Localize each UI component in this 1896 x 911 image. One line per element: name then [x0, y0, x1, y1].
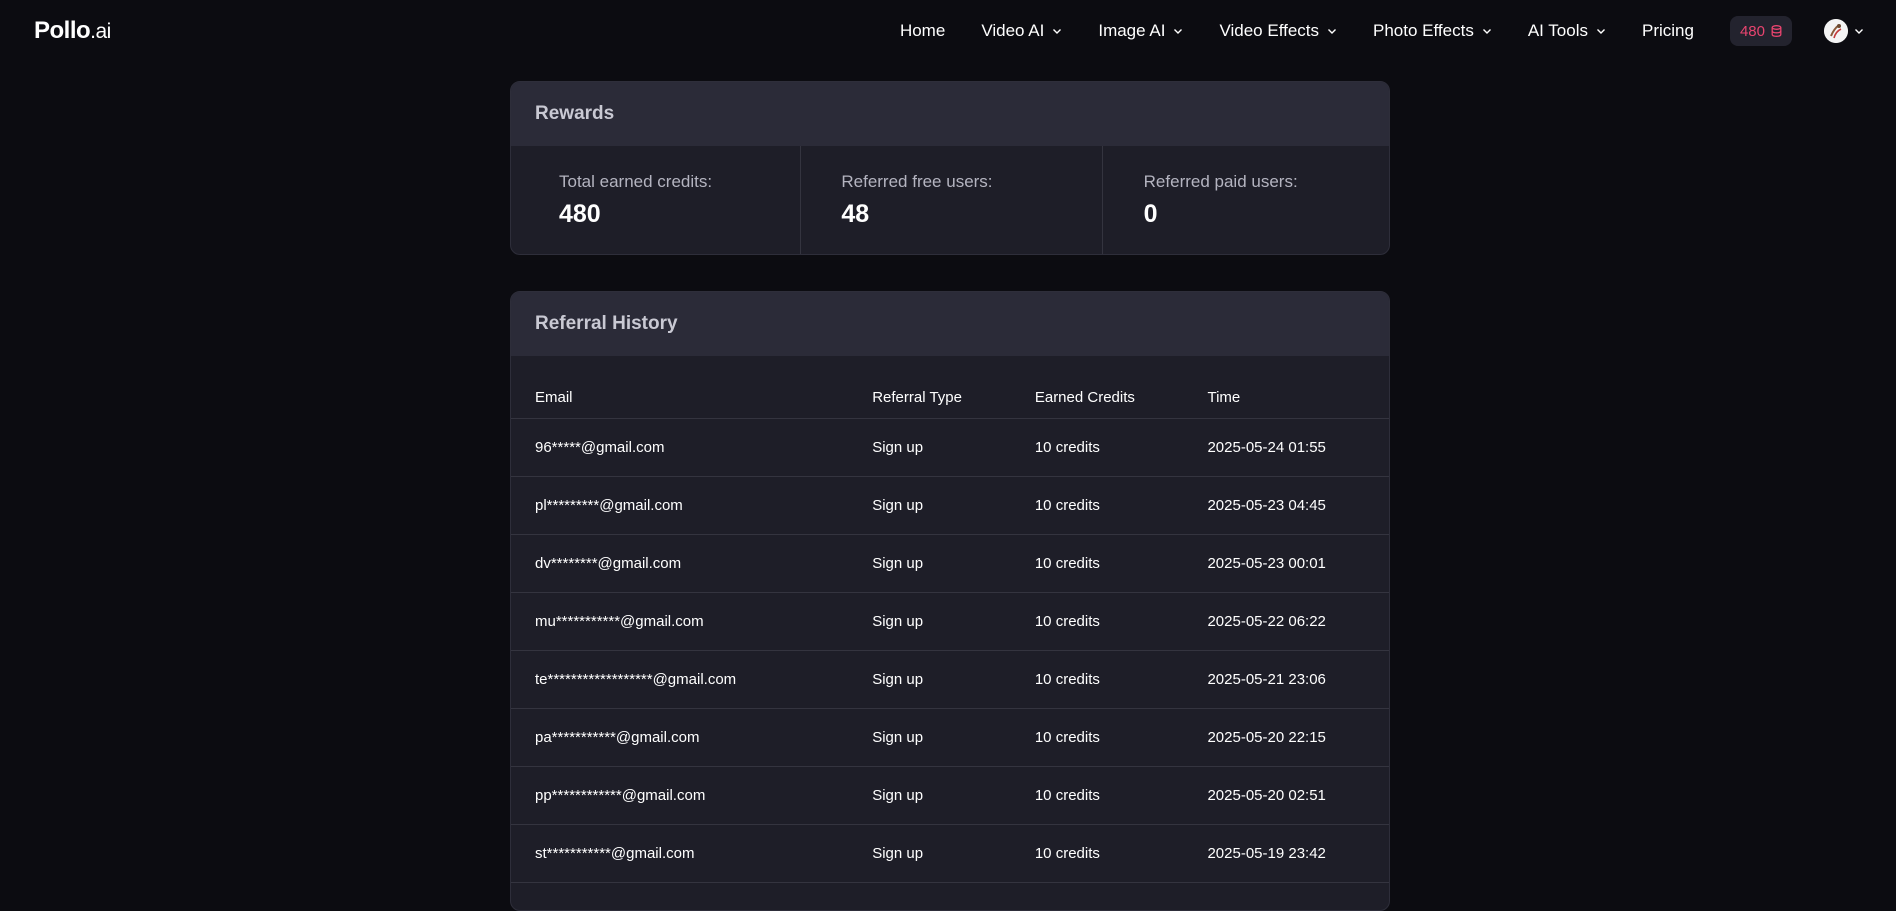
referral-history-card: Referral History Email Referral Type Ear… [510, 291, 1390, 911]
cell-earned-credits: 10 credits [1034, 439, 1100, 456]
column-header-earned-credits: Earned Credits [1034, 389, 1135, 406]
cell-time: 2025-05-23 04:45 [1207, 497, 1326, 514]
cell-time: 2025-05-20 22:15 [1207, 729, 1326, 746]
table-row: 96*****@gmail.com Sign up 10 credits 202… [511, 419, 1389, 477]
table-row: st***********@gmail.com Sign up 10 credi… [511, 825, 1389, 883]
table-row: dv********@gmail.com Sign up 10 credits … [511, 535, 1389, 593]
rewards-stats: Total earned credits: 480 Referred free … [511, 146, 1389, 254]
cell-referral-type: Sign up [872, 497, 924, 514]
cell-earned-credits: 10 credits [1034, 845, 1100, 862]
credits-badge[interactable]: 480 [1729, 16, 1792, 46]
stat-value: 480 [559, 200, 601, 228]
cell-referral-type: Sign up [872, 787, 924, 804]
cell-email: dv********@gmail.com [535, 555, 682, 572]
nav-item-image-ai[interactable]: Image AI [1098, 21, 1183, 41]
table-row: pa***********@gmail.com Sign up 10 credi… [511, 709, 1389, 767]
nav-item-label: Home [899, 21, 946, 40]
table-header: Email Referral Type Earned Credits Time [511, 356, 1389, 419]
logo-main: Pollo [34, 17, 91, 44]
cell-earned-credits: 10 credits [1034, 555, 1100, 572]
chevron-down-icon [1053, 29, 1062, 34]
cell-email: pl*********@gmail.com [535, 497, 683, 514]
nav-item-label: AI Tools [1527, 21, 1588, 40]
stat-referred-paid-users: Referred paid users: 0 [1103, 146, 1389, 254]
nav-item-photo-effects[interactable]: Photo Effects [1373, 21, 1492, 41]
cell-time: 2025-05-21 23:06 [1207, 671, 1326, 688]
nav-item-label: Image AI [1098, 21, 1166, 40]
nav-item-video-ai[interactable]: Video AI [981, 21, 1062, 41]
cell-referral-type: Sign up [872, 439, 924, 456]
stat-label: Referred paid users: [1143, 172, 1298, 191]
stat-value: 48 [841, 200, 870, 228]
table-row: pl*********@gmail.com Sign up 10 credits… [511, 477, 1389, 535]
cell-email: te******************@gmail.com [535, 671, 737, 688]
avatar [1824, 19, 1848, 43]
cell-email: pa***********@gmail.com [535, 729, 700, 746]
cell-time: 2025-05-23 00:01 [1207, 555, 1326, 572]
chevron-down-icon [1855, 29, 1863, 34]
nav-menu: Home Video AI Image AI Video Effects Pho… [900, 0, 1896, 62]
nav-item-label: Pricing [1642, 21, 1694, 40]
cell-time: 2025-05-19 23:42 [1207, 845, 1326, 862]
cell-time: 2025-05-20 02:51 [1207, 787, 1326, 804]
cell-time: 2025-05-22 06:22 [1207, 613, 1326, 630]
logo[interactable]: Pollo .ai [34, 17, 111, 45]
stat-value: 0 [1143, 200, 1158, 228]
chevron-down-icon [1174, 29, 1183, 34]
stat-referred-free-users: Referred free users: 48 [801, 146, 1103, 254]
cell-earned-credits: 10 credits [1034, 613, 1100, 630]
column-header-time: Time [1207, 389, 1241, 406]
column-header-referral-type: Referral Type [872, 389, 962, 406]
cell-earned-credits: 10 credits [1034, 671, 1100, 688]
chevron-down-icon [1328, 29, 1337, 34]
top-navbar: Pollo .ai Home Video AI Image AI Video Ef… [0, 0, 1896, 62]
cell-time: 2025-05-24 01:55 [1207, 439, 1326, 456]
stat-total-earned-credits: Total earned credits: 480 [511, 146, 802, 254]
cell-earned-credits: 10 credits [1034, 497, 1100, 514]
cell-email: st***********@gmail.com [535, 845, 695, 862]
cell-email: 96*****@gmail.com [535, 439, 665, 456]
avatar-image [1824, 19, 1848, 43]
column-header-email: Email [535, 389, 573, 406]
nav-item-label: Video AI [981, 21, 1045, 40]
nav-item-home[interactable]: Home [900, 21, 945, 41]
cell-email: pp************@gmail.com [535, 787, 706, 804]
stat-label: Total earned credits: [559, 172, 713, 191]
user-menu[interactable] [1824, 19, 1864, 43]
cell-earned-credits: 10 credits [1034, 729, 1100, 746]
cell-referral-type: Sign up [872, 555, 924, 572]
chevron-down-icon [1482, 29, 1491, 34]
table-body: 96*****@gmail.com Sign up 10 credits 202… [511, 419, 1389, 883]
rewards-card: Rewards Total earned credits: 480 Referr… [510, 81, 1390, 255]
coin-stack-icon [1771, 25, 1782, 37]
nav-item-label: Photo Effects [1373, 21, 1474, 40]
cell-referral-type: Sign up [872, 845, 924, 862]
nav-item-video-effects[interactable]: Video Effects [1219, 21, 1337, 41]
table-row: pp************@gmail.com Sign up 10 cred… [511, 767, 1389, 825]
table-row: te******************@gmail.com Sign up 1… [511, 651, 1389, 709]
cell-referral-type: Sign up [872, 613, 924, 630]
referral-history-title: Referral History [511, 292, 1389, 356]
cell-email: mu***********@gmail.com [535, 613, 704, 630]
cell-referral-type: Sign up [872, 671, 924, 688]
cell-referral-type: Sign up [872, 729, 924, 746]
chevron-down-icon [1597, 29, 1605, 34]
nav-item-label: Video Effects [1219, 21, 1320, 40]
credits-count: 480 [1739, 22, 1765, 40]
nav-item-ai-tools[interactable]: AI Tools [1528, 21, 1606, 41]
logo-suffix: .ai [90, 20, 111, 43]
table-row: mu***********@gmail.com Sign up 10 credi… [511, 593, 1389, 651]
rewards-title: Rewards [511, 82, 1389, 146]
cell-earned-credits: 10 credits [1034, 787, 1100, 804]
stat-label: Referred free users: [841, 172, 993, 191]
nav-item-pricing[interactable]: Pricing [1642, 21, 1694, 41]
